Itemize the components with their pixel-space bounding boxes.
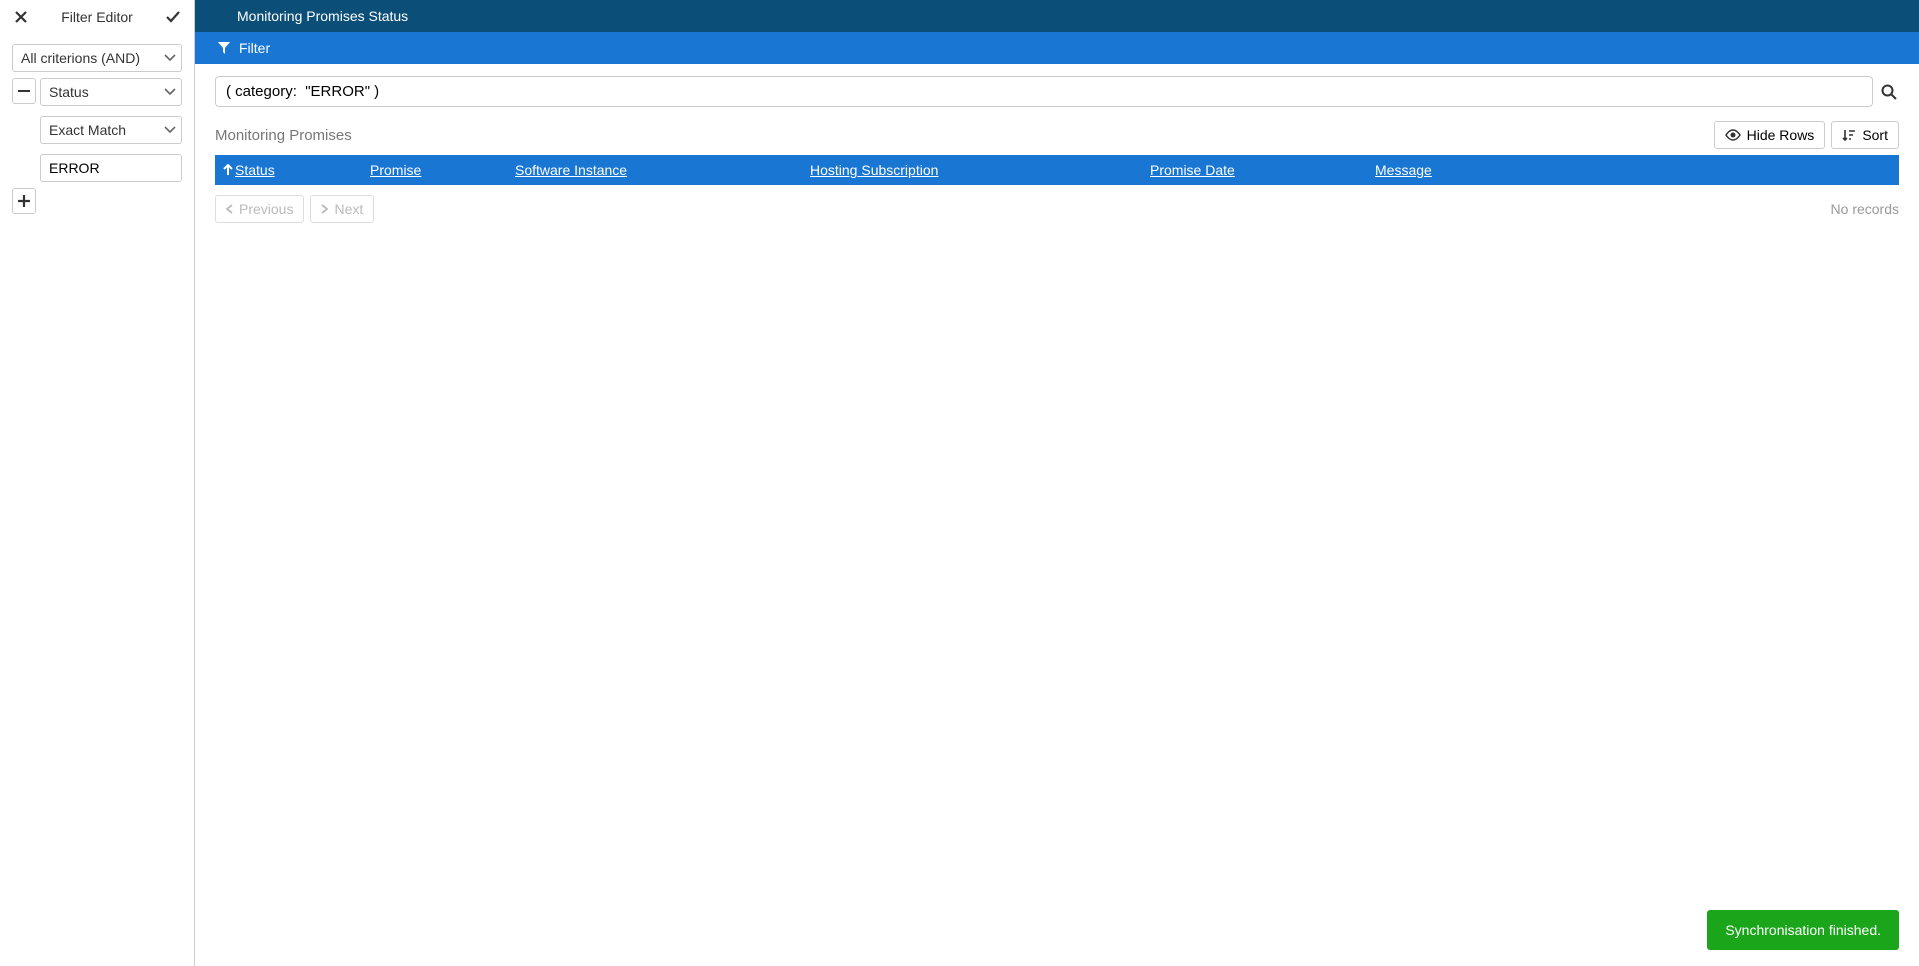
filter-bar-label: Filter — [239, 40, 270, 56]
column-hosting-subscription[interactable]: Hosting Subscription — [800, 155, 1140, 185]
page-title: Monitoring Promises Status — [195, 0, 1919, 32]
criterion-mode-select[interactable]: All criterions (AND) — [12, 44, 182, 72]
add-filter-button[interactable] — [12, 188, 36, 214]
close-icon[interactable] — [12, 8, 30, 26]
no-records-label: No records — [1831, 201, 1899, 217]
next-button[interactable]: Next — [310, 195, 374, 223]
table-header-row: Status Promise Software Instance Hosting… — [215, 155, 1899, 185]
remove-filter-button[interactable] — [12, 78, 36, 104]
chevron-left-icon — [226, 204, 233, 214]
filter-editor-panel: Filter Editor All criterions (AND) S — [0, 0, 195, 966]
sort-asc-icon — [223, 164, 233, 176]
filter-match-select[interactable]: Exact Match — [40, 116, 182, 144]
filter-value-input[interactable] — [40, 154, 182, 182]
toast-notification: Synchronisation finished. — [1707, 910, 1899, 950]
column-promise-date[interactable]: Promise Date — [1140, 155, 1365, 185]
previous-button[interactable]: Previous — [215, 195, 304, 223]
sort-button[interactable]: Sort — [1831, 121, 1899, 149]
main-panel: Monitoring Promises Status Filter Monito… — [195, 0, 1919, 966]
sort-icon — [1842, 128, 1856, 142]
eye-icon — [1725, 129, 1741, 141]
column-message[interactable]: Message — [1365, 155, 1899, 185]
column-software-instance[interactable]: Software Instance — [505, 155, 800, 185]
search-icon[interactable] — [1879, 76, 1899, 107]
search-input[interactable] — [215, 76, 1873, 107]
filter-bar[interactable]: Filter — [195, 32, 1919, 64]
table-section-label: Monitoring Promises — [215, 127, 352, 144]
hide-rows-label: Hide Rows — [1747, 127, 1815, 143]
sort-label: Sort — [1862, 127, 1888, 143]
filter-field-select[interactable]: Status — [40, 78, 182, 106]
chevron-right-icon — [321, 204, 328, 214]
filter-editor-title: Filter Editor — [30, 9, 164, 25]
check-icon[interactable] — [164, 8, 182, 26]
filter-icon — [217, 41, 231, 55]
hide-rows-button[interactable]: Hide Rows — [1714, 121, 1826, 149]
column-status[interactable]: Status — [215, 155, 360, 185]
column-promise[interactable]: Promise — [360, 155, 505, 185]
